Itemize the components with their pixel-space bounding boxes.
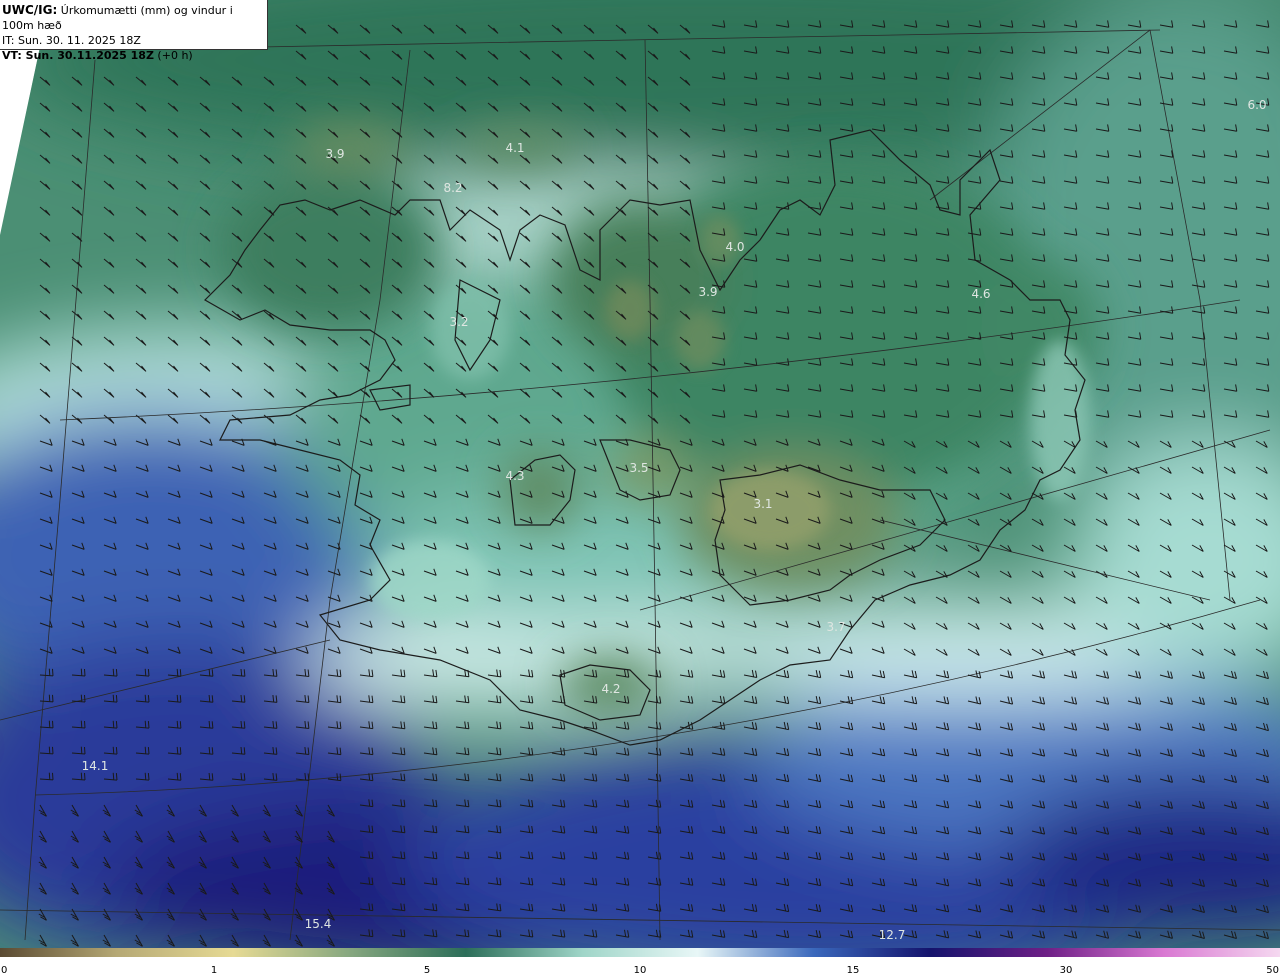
valid-time: VT: Sun. 30.11.2025 18Z: [2, 49, 154, 62]
value-label: 4.3: [505, 469, 525, 483]
value-label: 4.2: [601, 682, 621, 696]
forecast-offset: (+0 h): [153, 49, 193, 62]
value-label: 3.9: [325, 147, 345, 161]
value-label: 15.4: [304, 917, 332, 931]
value-label: 3.5: [629, 461, 649, 475]
colorbar-tick: 50: [1266, 965, 1279, 976]
colorbar-tick: 1: [210, 965, 218, 976]
value-label: 3.7: [826, 620, 846, 634]
value-label: 3.9: [698, 285, 718, 299]
colorbar-tick: 15: [846, 965, 860, 976]
title-line: UWC/IG: Úrkomumætti (mm) og vindur i 100…: [2, 3, 267, 33]
value-label: 14.1: [81, 759, 109, 773]
valid-time-line: VT: Sun. 30.11.2025 18Z (+0 h): [2, 48, 267, 63]
colorbar-tick: 0: [1, 965, 8, 976]
value-label: 4.6: [971, 287, 991, 301]
value-label: 3.1: [753, 497, 773, 511]
value-label: 8.2: [443, 181, 463, 195]
product-code: UWC/IG:: [2, 3, 58, 17]
value-label: 4.0: [725, 240, 745, 254]
value-label: 6.0: [1247, 98, 1267, 112]
issue-time: IT: Sun. 30. 11. 2025 18Z: [2, 34, 141, 47]
colorbar-tick: 10: [633, 965, 647, 976]
colorbar-tick: 30: [1059, 965, 1073, 976]
colorbar: 0 1 5 10 15 30 50: [0, 948, 1280, 978]
header-panel: UWC/IG: Úrkomumætti (mm) og vindur i 100…: [0, 0, 268, 62]
value-label: 4.1: [505, 141, 525, 155]
colorbar-gradient: [0, 948, 1280, 957]
value-label: 12.7: [878, 928, 906, 942]
map-viewport: UWC/IG: Úrkomumætti (mm) og vindur i 100…: [0, 0, 1280, 978]
value-label: 3.2: [449, 315, 469, 329]
colorbar-tick: 5: [423, 965, 431, 976]
